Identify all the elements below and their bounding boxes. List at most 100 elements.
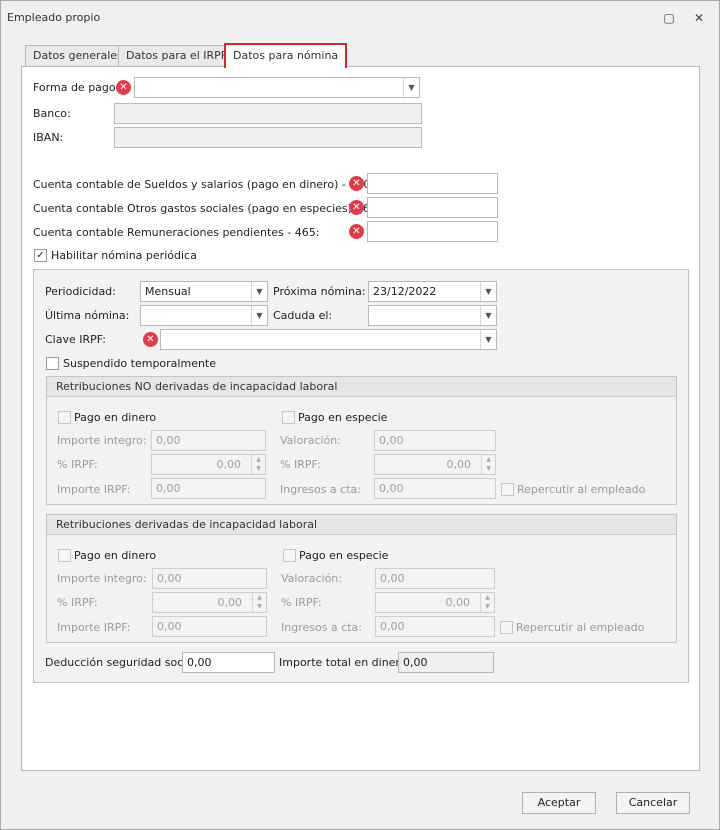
irpf-especie-value: 0,00 <box>446 458 472 471</box>
irpf-especie-label: % IRPF: <box>280 458 321 471</box>
spin-down-icon[interactable]: ▼ <box>256 465 261 472</box>
error-icon: ✕ <box>349 200 364 215</box>
aceptar-button[interactable]: Aceptar <box>522 792 596 814</box>
spin-up-icon[interactable]: ▲ <box>485 594 490 601</box>
cuenta-649-input[interactable] <box>367 197 498 218</box>
caduda-date[interactable]: ▼ <box>368 305 497 326</box>
repercutir-checkbox[interactable] <box>501 483 514 496</box>
suspendido-label: Suspendido temporalmente <box>63 357 217 370</box>
error-icon: ✕ <box>143 332 158 347</box>
chevron-down-icon[interactable]: ▼ <box>480 330 496 349</box>
cuenta-465-input[interactable] <box>367 221 498 242</box>
importe-integro-label: Importe integro: <box>57 434 147 447</box>
deduccion-ss-input[interactable]: 0,00 <box>182 652 275 673</box>
tab-datos-generales[interactable]: Datos generales <box>25 45 131 67</box>
periodicidad-combo[interactable]: Mensual ▼ <box>140 281 268 302</box>
pago-especie-label: Pago en especie <box>299 549 389 562</box>
irpf-value: 0,00 <box>217 596 243 609</box>
spin-buttons[interactable]: ▲ ▼ <box>252 593 266 612</box>
irpf-value: 0,00 <box>216 458 242 471</box>
close-icon[interactable]: ✕ <box>691 10 707 26</box>
tab-datos-nomina[interactable]: Datos para nómina <box>224 43 348 68</box>
valoracion-field[interactable]: 0,00 <box>374 430 496 451</box>
spin-buttons[interactable]: ▲ ▼ <box>480 593 494 612</box>
pago-dinero-label: Pago en dinero <box>74 549 157 562</box>
banco-label: Banco: <box>33 107 71 120</box>
pago-especie-label: Pago en especie <box>298 411 388 424</box>
iban-label: IBAN: <box>33 131 64 144</box>
chevron-down-icon[interactable]: ▼ <box>480 306 496 325</box>
deduccion-ss-label: Deducción seguridad social: <box>45 656 200 669</box>
cuenta-649-label: Cuenta contable Otros gastos sociales (p… <box>33 202 388 215</box>
cancelar-button[interactable]: Cancelar <box>616 792 690 814</box>
habilitar-nomina-label: Habilitar nómina periódica <box>51 249 197 262</box>
proxima-nomina-value: 23/12/2022 <box>373 285 437 298</box>
proxima-nomina-label: Próxima nómina: <box>273 285 366 298</box>
forma-pago-combo[interactable]: ▼ <box>134 77 420 98</box>
proxima-nomina-date[interactable]: 23/12/2022 ▼ <box>368 281 497 302</box>
ingresos-cta-label: Ingresos a cta: <box>281 621 362 634</box>
spin-buttons[interactable]: ▲ ▼ <box>481 455 495 474</box>
spin-down-icon[interactable]: ▼ <box>485 603 490 610</box>
spin-up-icon[interactable]: ▲ <box>257 594 262 601</box>
restore-icon[interactable]: ▢ <box>661 10 677 26</box>
importe-total-label: Importe total en dinero: <box>279 656 411 669</box>
irpf-especie-label: % IRPF: <box>281 596 322 609</box>
importe-integro-field[interactable]: 0,00 <box>152 568 267 589</box>
chevron-down-icon[interactable]: ▼ <box>480 282 496 301</box>
error-icon: ✕ <box>349 224 364 239</box>
importe-integro-label: Importe integro: <box>57 572 147 585</box>
spin-up-icon[interactable]: ▲ <box>486 456 491 463</box>
clave-irpf-label: Clave IRPF: <box>45 333 106 346</box>
pago-dinero-checkbox[interactable] <box>58 411 71 424</box>
ingresos-cta-field[interactable]: 0,00 <box>375 616 495 637</box>
irpf-especie-spinner[interactable]: 0,00 ▲ ▼ <box>375 592 495 613</box>
pago-especie-checkbox[interactable] <box>283 549 296 562</box>
importe-irpf-field[interactable]: 0,00 <box>152 616 267 637</box>
valoracion-field[interactable]: 0,00 <box>375 568 495 589</box>
pago-dinero-checkbox[interactable] <box>58 549 71 562</box>
importe-irpf-label: Importe IRPF: <box>57 621 131 634</box>
window-title: Empleado propio <box>7 11 101 24</box>
tab-datos-irpf[interactable]: Datos para el IRPF <box>118 45 236 67</box>
cuenta-465-label: Cuenta contable Remuneraciones pendiente… <box>33 226 320 239</box>
group-title: Retribuciones derivadas de incapacidad l… <box>47 515 676 535</box>
clave-irpf-combo[interactable]: ▼ <box>160 329 497 350</box>
irpf-especie-value: 0,00 <box>445 596 471 609</box>
error-icon: ✕ <box>116 80 131 95</box>
repercutir-checkbox[interactable] <box>500 621 513 634</box>
spin-down-icon[interactable]: ▼ <box>486 465 491 472</box>
pago-dinero-label: Pago en dinero <box>74 411 157 424</box>
chevron-down-icon[interactable]: ▼ <box>403 78 419 97</box>
irpf-spinner[interactable]: 0,00 ▲ ▼ <box>152 592 267 613</box>
repercutir-label: Repercutir al empleado <box>516 621 645 634</box>
irpf-label: % IRPF: <box>57 458 98 471</box>
suspendido-checkbox[interactable] <box>46 357 59 370</box>
habilitar-nomina-checkbox[interactable]: ✓ <box>34 249 47 262</box>
caduda-label: Caduda el: <box>273 309 333 322</box>
spin-down-icon[interactable]: ▼ <box>257 603 262 610</box>
valoracion-label: Valoración: <box>281 572 342 585</box>
error-icon: ✕ <box>349 176 364 191</box>
ultima-nomina-date[interactable]: ▼ <box>140 305 268 326</box>
importe-integro-field[interactable]: 0,00 <box>151 430 266 451</box>
title-bar: Empleado propio ▢ ✕ <box>1 1 719 35</box>
chevron-down-icon[interactable]: ▼ <box>251 306 267 325</box>
chevron-down-icon[interactable]: ▼ <box>251 282 267 301</box>
iban-field <box>114 127 422 148</box>
irpf-spinner[interactable]: 0,00 ▲ ▼ <box>151 454 266 475</box>
periodicidad-label: Periodicidad: <box>45 285 116 298</box>
valoracion-label: Valoración: <box>280 434 341 447</box>
pago-especie-checkbox[interactable] <box>282 411 295 424</box>
irpf-label: % IRPF: <box>57 596 98 609</box>
spin-up-icon[interactable]: ▲ <box>256 456 261 463</box>
cuenta-640-input[interactable] <box>367 173 498 194</box>
ingresos-cta-field[interactable]: 0,00 <box>374 478 496 499</box>
cuenta-640-label: Cuenta contable de Sueldos y salarios (p… <box>33 178 375 191</box>
spin-buttons[interactable]: ▲ ▼ <box>251 455 265 474</box>
irpf-especie-spinner[interactable]: 0,00 ▲ ▼ <box>374 454 496 475</box>
importe-irpf-field[interactable]: 0,00 <box>151 478 266 499</box>
importe-irpf-label: Importe IRPF: <box>57 483 131 496</box>
periodicidad-value: Mensual <box>145 285 191 298</box>
forma-pago-label: Forma de pago: <box>33 81 120 94</box>
